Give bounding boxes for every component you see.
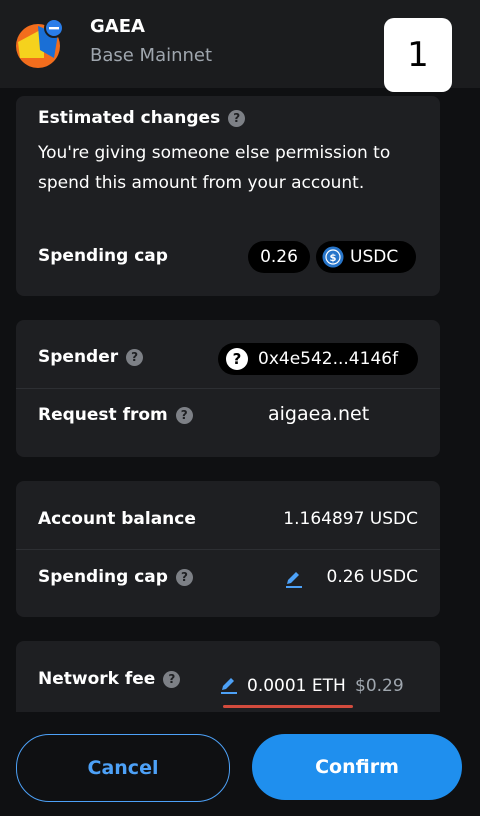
edit-pencil-icon[interactable]	[285, 568, 303, 588]
info-icon[interactable]: ?	[228, 109, 246, 127]
spending-cap-label: Spending cap	[38, 246, 168, 266]
network-fee-label: Network fee	[38, 669, 156, 689]
estimated-changes-heading: Estimated changes?	[38, 108, 246, 128]
step-badge: 1	[384, 18, 452, 92]
account-balance-label: Account balance	[38, 509, 196, 529]
info-icon[interactable]: ?	[175, 568, 193, 586]
confirm-button[interactable]: Confirm	[252, 734, 462, 800]
permission-description: You're giving someone else permission to…	[38, 143, 391, 193]
cancel-button[interactable]: Cancel	[16, 734, 230, 802]
info-icon[interactable]: ?	[163, 670, 181, 688]
estimated-changes-title: Estimated changes	[38, 108, 221, 128]
spending-cap-heading: Spending cap?	[38, 567, 193, 587]
spender-heading: Spender?	[38, 347, 144, 367]
edit-fee-pencil-icon[interactable]	[220, 674, 238, 694]
spender-address-pill[interactable]: ? 0x4e542...4146f	[218, 343, 418, 375]
unknown-address-icon: ?	[226, 348, 248, 370]
spending-cap-value: 0.26 USDC	[326, 567, 418, 587]
token-pill[interactable]: $ USDC	[316, 241, 416, 273]
spender-label: Spender	[38, 347, 119, 367]
svg-text:$: $	[330, 253, 337, 264]
spending-cap-label-2: Spending cap	[38, 567, 168, 587]
spender-address: 0x4e542...4146f	[258, 349, 399, 369]
info-icon[interactable]: ?	[175, 406, 193, 424]
usdc-icon: $	[322, 246, 344, 268]
account-balance-value: 1.164897 USDC	[283, 509, 418, 529]
request-from-heading: Request from?	[38, 405, 193, 425]
network-fee-heading: Network fee?	[38, 669, 181, 689]
info-icon[interactable]: ?	[126, 348, 144, 366]
spender-card: Spender? ? 0x4e542...4146f Request from?…	[16, 320, 440, 457]
network-fee-usd: $0.29	[355, 676, 404, 696]
request-origin: aigaea.net	[268, 403, 370, 425]
request-from-label: Request from	[38, 405, 168, 425]
fee-underline	[223, 705, 353, 708]
divider	[16, 388, 440, 389]
divider	[16, 549, 440, 550]
network-name: Base Mainnet	[90, 45, 213, 66]
network-fee-eth: 0.0001 ETH	[247, 676, 346, 696]
gaea-logo-icon	[16, 18, 64, 68]
balance-card: Account balance 1.164897 USDC Spending c…	[16, 481, 440, 617]
app-name: GAEA	[90, 16, 145, 37]
spending-cap-amount: 0.26	[248, 241, 310, 273]
token-name: USDC	[350, 247, 399, 267]
estimated-changes-card: Estimated changes? You're giving someone…	[16, 96, 440, 296]
